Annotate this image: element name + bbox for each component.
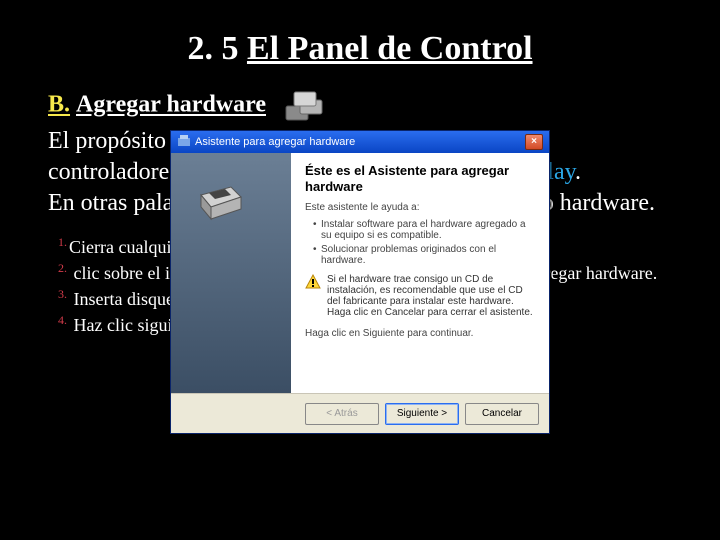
hardware-wizard-window: Asistente para agregar hardware × Éste e…: [170, 130, 550, 434]
wizard-body: Éste es el Asistente para agregar hardwa…: [171, 153, 549, 393]
section-letter: B.: [48, 92, 70, 118]
wizard-warning-text: Si el hardware trae consigo un CD de ins…: [327, 274, 535, 318]
close-icon: ×: [531, 137, 537, 147]
wizard-continue-text: Haga clic en Siguiente para continuar.: [305, 328, 535, 339]
step-number: 2.: [58, 261, 67, 275]
warning-icon: [305, 274, 321, 293]
wizard-title: Asistente para agregar hardware: [195, 136, 355, 148]
title-main: El Panel de Control: [247, 30, 533, 67]
wizard-warning: Si el hardware trae consigo un CD de ins…: [305, 274, 535, 318]
back-button[interactable]: < Atrás: [305, 403, 379, 425]
wizard-bullet: Solucionar problemas originados con el h…: [313, 244, 535, 266]
step-number: 1.: [58, 235, 67, 249]
wizard-intro: Este asistente le ayuda a:: [305, 202, 535, 213]
hardware-wizard-icon: [272, 92, 328, 118]
wizard-bullet: Instalar software para el hardware agreg…: [313, 219, 535, 241]
cancel-button[interactable]: Cancelar: [465, 403, 539, 425]
wizard-bullets: Instalar software para el hardware agreg…: [313, 219, 535, 266]
section-title: Agregar hardware: [76, 92, 266, 118]
close-button[interactable]: ×: [525, 134, 543, 150]
wizard-titlebar[interactable]: Asistente para agregar hardware ×: [171, 131, 549, 153]
wizard-title-icon: [177, 134, 191, 151]
step-number: 3.: [58, 287, 67, 301]
wizard-button-bar: < Atrás Siguiente > Cancelar: [171, 393, 549, 433]
title-prefix: 2. 5: [187, 30, 247, 67]
step-number: 4.: [58, 313, 67, 327]
wizard-main: Éste es el Asistente para agregar hardwa…: [291, 153, 549, 393]
wizard-side-graphic: [171, 153, 291, 393]
next-button[interactable]: Siguiente >: [385, 403, 459, 425]
para1-b: .: [575, 159, 581, 185]
page-title: 2. 5 El Panel de Control: [48, 30, 672, 68]
slide: 2. 5 El Panel de Control B. Agregar hard…: [0, 0, 720, 540]
wizard-heading: Éste es el Asistente para agregar hardwa…: [305, 163, 535, 194]
